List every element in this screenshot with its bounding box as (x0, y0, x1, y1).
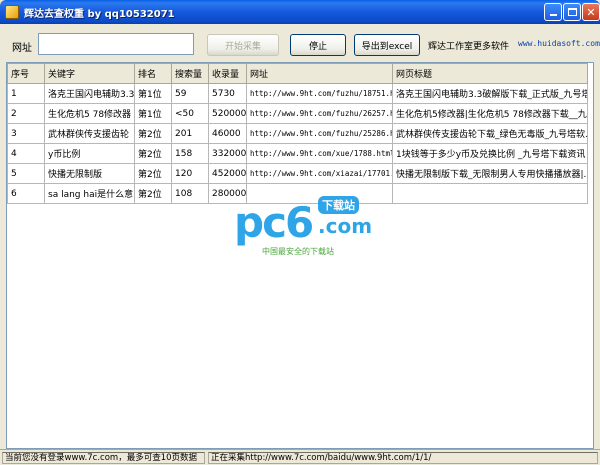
table-cell-url: http://www.9ht.com/xiazai/17701. (246, 163, 393, 184)
url-input[interactable] (38, 33, 194, 55)
table-cell-rank: 第2位 (134, 163, 172, 184)
column-header-page-title[interactable]: 网页标题 (392, 63, 588, 84)
results-table: 序号 关键字 排名 搜索量 收录量 网址 网页标题 1 洛克王国闪电辅助3.3 第1位 59 573… (7, 63, 588, 204)
url-label: 网址 (12, 43, 32, 54)
status-progress: 正在采集http://www.7c.com/baidu/www.9ht.com/… (208, 452, 598, 464)
table-cell-search-volume: 120 (171, 163, 209, 184)
table-cell-search-volume: 158 (171, 143, 209, 164)
table-header-row: 序号 关键字 排名 搜索量 收录量 网址 网页标题 (7, 63, 588, 84)
promo-link[interactable]: www.huidasoft.com (518, 39, 600, 48)
close-button[interactable]: ✕ (582, 3, 600, 21)
table-cell-page-title: 武林群侠传支援齿轮下载_绿色无毒版_九号塔软... (392, 123, 588, 144)
status-bar: 当前您没有登录www.7c.com，最多可查10页数据 正在采集http://w… (0, 449, 600, 465)
table-row[interactable]: 2 生化危机5 78修改器 第1位 <50 520000 http://www.9ht.c… (7, 103, 588, 124)
column-header-index[interactable]: 序号 (7, 63, 45, 84)
table-cell-page-title (392, 183, 588, 204)
table-cell-index: 5 (7, 163, 45, 184)
column-header-url[interactable]: 网址 (246, 63, 393, 84)
table-cell-rank: 第1位 (134, 103, 172, 124)
stop-button[interactable]: 停止 (290, 34, 346, 56)
app-window: 辉达去查权重 by qq10532071 ✕ 网址 开始采集 停止 导出到exc… (0, 0, 600, 465)
table-body: 1 洛克王国闪电辅助3.3 第1位 59 5730 http://www.9ht.com/… (7, 83, 588, 204)
table-cell-keyword: 洛克王国闪电辅助3.3 (44, 83, 135, 104)
minimize-button[interactable] (544, 3, 562, 21)
table-cell-url: http://www.9ht.com/fuzhu/26257.h (246, 103, 393, 124)
column-header-search-volume[interactable]: 搜索量 (171, 63, 209, 84)
table-cell-indexed-count: 4520000 (208, 163, 247, 184)
watermark-brand: pc6 (234, 198, 314, 247)
table-cell-url: http://www.9ht.com/fuzhu/25286.h (246, 123, 393, 144)
maximize-button[interactable] (563, 3, 581, 21)
watermark-domain: .com (318, 214, 373, 238)
table-cell-index: 1 (7, 83, 45, 104)
watermark-slogan: 中国最安全的下载站 (262, 247, 334, 256)
title-bar[interactable]: 辉达去查权重 by qq10532071 ✕ (0, 0, 600, 24)
close-icon: ✕ (586, 5, 596, 19)
table-cell-rank: 第2位 (134, 123, 172, 144)
app-icon (5, 5, 19, 19)
table-row[interactable]: 3 武林群侠传支援齿轮 第2位 201 46000 http://www.9ht.com/… (7, 123, 588, 144)
table-cell-index: 6 (7, 183, 45, 204)
column-header-rank[interactable]: 排名 (134, 63, 172, 84)
table-row[interactable]: 5快播无限制版第2位1204520000http://www.9ht.com/x… (7, 163, 588, 184)
table-cell-indexed-count: 46000 (208, 123, 247, 144)
table-cell-search-volume: 59 (171, 83, 209, 104)
table-cell-page-title: 1块钱等于多少y币及兑换比例 _九号塔下载资讯 (392, 143, 588, 164)
table-cell-url: http://www.9ht.com/xue/1788.html (246, 143, 393, 164)
table-cell-page-title: 洛克王国闪电辅助3.3破解版下载_正式版_九号塔... (392, 83, 588, 104)
table-cell-indexed-count: 3320000 (208, 143, 247, 164)
table-cell-keyword: y币比例 (44, 143, 135, 164)
window-title: 辉达去查权重 by qq10532071 (24, 9, 175, 20)
table-cell-search-volume: 108 (171, 183, 209, 204)
table-cell-rank: 第2位 (134, 143, 172, 164)
table-cell-page-title: 快播无限制版下载_无限制男人专用快播播放器|... (392, 163, 588, 184)
table-cell-rank: 第1位 (134, 83, 172, 104)
maximize-icon (567, 8, 577, 16)
table-row[interactable]: 1 洛克王国闪电辅助3.3 第1位 59 5730 http://www.9ht.com/… (7, 83, 588, 104)
table-cell-rank: 第2位 (134, 183, 172, 204)
export-excel-button[interactable]: 导出到excel (354, 34, 420, 56)
status-login-info: 当前您没有登录www.7c.com，最多可查10页数据 (2, 452, 205, 464)
start-collect-button[interactable]: 开始采集 (207, 34, 279, 56)
column-header-keyword[interactable]: 关键字 (44, 63, 135, 84)
pc6-watermark-logo: pc6 下载站 .com 中国最安全的下载站 (234, 194, 384, 262)
promo-text: 辉达工作室更多软件 (428, 42, 510, 52)
table-cell-keyword: 快播无限制版 (44, 163, 135, 184)
table-cell-keyword: 武林群侠传支援齿轮 (44, 123, 135, 144)
table-cell-page-title: 生化危机5修改器|生化危机5 78修改器下载__九... (392, 103, 588, 124)
table-cell-keyword: 生化危机5 78修改器 (44, 103, 135, 124)
table-cell-indexed-count: 5730 (208, 83, 247, 104)
table-cell-index: 3 (7, 123, 45, 144)
table-row[interactable]: 4y币比例第2位1583320000http://www.9ht.com/xue… (7, 143, 588, 164)
table-cell-keyword: sa lang hai是什么意 (44, 183, 135, 204)
table-cell-index: 4 (7, 143, 45, 164)
table-cell-indexed-count: 520000 (208, 103, 247, 124)
minimize-icon (549, 14, 557, 16)
table-cell-index: 2 (7, 103, 45, 124)
column-header-indexed-count[interactable]: 收录量 (208, 63, 247, 84)
table-cell-url: http://www.9ht.com/fuzhu/18751.h (246, 83, 393, 104)
table-cell-search-volume: <50 (171, 103, 209, 124)
table-cell-search-volume: 201 (171, 123, 209, 144)
watermark-badge: 下载站 (318, 196, 359, 214)
